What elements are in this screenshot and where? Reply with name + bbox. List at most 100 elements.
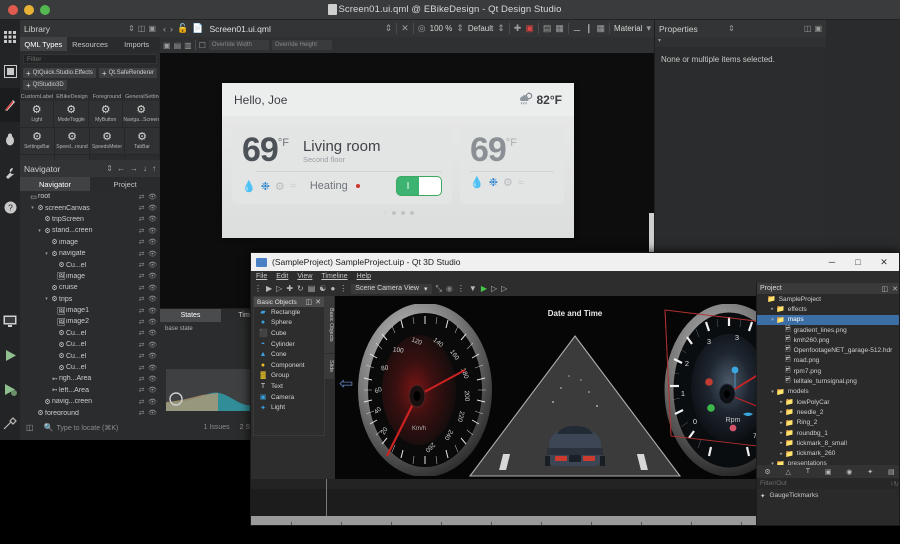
add-mesh-icon[interactable]: △ bbox=[786, 468, 791, 476]
twisty-icon[interactable]: ▾ bbox=[769, 317, 776, 323]
run-icon[interactable] bbox=[0, 338, 20, 372]
lock-icon[interactable]: 🔓 bbox=[177, 23, 188, 34]
basic-object-component[interactable]: ●Component bbox=[254, 360, 324, 371]
export-alias-icon[interactable]: ⇄ bbox=[136, 318, 147, 326]
export-alias-icon[interactable]: ⇄ bbox=[136, 227, 147, 235]
project-filter-field[interactable]: Filter/Out ↕ ↻ bbox=[757, 478, 900, 489]
export-alias-icon[interactable]: ⇄ bbox=[136, 193, 147, 201]
welcome-mode-icon[interactable] bbox=[0, 20, 20, 54]
dot[interactable] bbox=[383, 211, 387, 215]
fit-selected-icon[interactable]: ⤡ bbox=[436, 284, 442, 294]
project-tree-row[interactable]: 🖻telltale_turnsignal.png bbox=[757, 376, 900, 386]
visibility-eye-icon[interactable]: 👁 bbox=[147, 227, 158, 235]
navigator-row[interactable]: ▾⚙screenCanvas⇄👁 bbox=[20, 202, 160, 213]
chevron-down-icon[interactable]: ▾ bbox=[646, 23, 651, 34]
export-alias-icon[interactable]: ⇄ bbox=[136, 250, 147, 258]
add-image-icon[interactable]: ▣ bbox=[825, 468, 832, 476]
goto-end-icon[interactable]: ▷ bbox=[501, 284, 507, 293]
navigator-row[interactable]: ⚙Cu...el⇄👁 bbox=[20, 328, 160, 339]
navigator-row[interactable]: ▭root⇄👁 bbox=[20, 191, 160, 202]
design-mode-icon[interactable] bbox=[0, 88, 20, 122]
updown-chevron-icon[interactable]: ⇕ bbox=[728, 24, 735, 33]
export-alias-icon[interactable]: ⇄ bbox=[136, 364, 147, 372]
edit-camera-icon[interactable]: ● bbox=[330, 284, 335, 293]
visibility-eye-icon[interactable]: 👁 bbox=[147, 204, 158, 212]
visibility-eye-icon[interactable]: 👁 bbox=[147, 352, 158, 360]
export-alias-icon[interactable]: ⇄ bbox=[136, 215, 147, 223]
maximize-button[interactable]: □ bbox=[845, 253, 871, 271]
room-card-next[interactable]: 69 °F 💧 ❉ ⚙ ≈ bbox=[460, 126, 564, 204]
back-icon[interactable]: ‹ bbox=[163, 24, 166, 34]
library-item[interactable]: ⚙Light bbox=[20, 101, 54, 128]
basic-object-light[interactable]: ✦Light bbox=[254, 402, 324, 413]
tab-navigator[interactable]: Navigator bbox=[20, 177, 90, 191]
project-tree-row[interactable]: ▾📁models bbox=[757, 387, 900, 397]
basic-object-cone[interactable]: ▲Cone bbox=[254, 349, 324, 360]
visibility-eye-icon[interactable]: 👁 bbox=[147, 341, 158, 349]
export-alias-icon[interactable]: ⇄ bbox=[136, 272, 147, 280]
record-icon[interactable]: ▣ bbox=[525, 23, 534, 34]
move-right-icon[interactable]: → bbox=[130, 164, 138, 173]
export-alias-icon[interactable]: ⇄ bbox=[136, 386, 147, 394]
visibility-eye-icon[interactable]: 👁 bbox=[147, 261, 158, 269]
room-card-living-room[interactable]: 69 °F Living room Second floor 💧 bbox=[232, 126, 452, 204]
column-layout-icon[interactable]: ❙ bbox=[585, 23, 593, 34]
navigator-row[interactable]: ⚙Cu...el⇄👁 bbox=[20, 259, 160, 270]
override-height-input[interactable]: Override Height bbox=[272, 40, 332, 50]
visibility-eye-icon[interactable]: 👁 bbox=[147, 329, 158, 337]
project-tree-row[interactable]: ▸📁Ring_2 bbox=[757, 418, 900, 428]
tab-project[interactable]: Project bbox=[90, 177, 160, 191]
twisty-icon[interactable]: ▸ bbox=[769, 306, 776, 312]
dot[interactable] bbox=[392, 211, 396, 215]
navigator-row[interactable]: ⚙Cu...el⇄👁 bbox=[20, 339, 160, 350]
library-item[interactable]: ⚙Speed...round bbox=[55, 128, 90, 155]
navigator-row[interactable]: ▾⚙navigate⇄👁 bbox=[20, 248, 160, 259]
rotate-tool-icon[interactable]: ↻ bbox=[297, 284, 304, 293]
close-dot[interactable] bbox=[8, 5, 18, 15]
material-selector[interactable]: Material bbox=[614, 24, 642, 33]
export-alias-icon[interactable]: ⇄ bbox=[136, 352, 147, 360]
split-panel-icon[interactable]: ◫ bbox=[138, 24, 146, 33]
close-icon[interactable]: ✕ bbox=[315, 298, 321, 306]
close-button[interactable]: ✕ bbox=[871, 253, 897, 271]
menu-view[interactable]: View bbox=[297, 273, 312, 280]
export-alias-icon[interactable]: ⇄ bbox=[136, 295, 147, 303]
edit-mode-icon[interactable] bbox=[0, 54, 20, 88]
project-tree-row[interactable]: ▸📁tickmark_260 bbox=[757, 448, 900, 458]
local-global-icon[interactable]: ☯ bbox=[319, 284, 326, 293]
navigator-row[interactable]: ⚙cruise⇄👁 bbox=[20, 282, 160, 293]
twisty-icon[interactable]: ▾ bbox=[769, 389, 776, 395]
project-selected-item-row[interactable]: ✦ GaugeTickmarks bbox=[757, 489, 900, 503]
basic-object-group[interactable]: ▓Group bbox=[254, 371, 324, 382]
move-up-icon[interactable]: ↑ bbox=[152, 164, 156, 173]
humidity-icon[interactable]: 💧 bbox=[470, 176, 484, 189]
anchor-left-icon[interactable]: ▤ bbox=[174, 41, 182, 50]
navigator-row[interactable]: 🖼image1⇄👁 bbox=[20, 305, 160, 316]
add-effect-icon[interactable]: ✦ bbox=[867, 468, 873, 476]
debug-mode-icon[interactable] bbox=[0, 122, 20, 156]
basic-object-cylinder[interactable]: ◓Cylinder bbox=[254, 339, 324, 350]
move-tool-icon[interactable]: ✚ bbox=[286, 284, 293, 293]
tab-imports[interactable]: Imports bbox=[113, 37, 160, 51]
align-icon[interactable]: ✚ bbox=[514, 23, 522, 34]
project-tree-row[interactable]: 🖻rpm7.png bbox=[757, 366, 900, 376]
tab-resources[interactable]: Resources bbox=[67, 37, 114, 51]
project-tree-row[interactable]: ▸📁effects bbox=[757, 304, 900, 314]
move-down-icon[interactable]: ↓ bbox=[143, 164, 147, 173]
navigator-row[interactable]: 🖼image⇄👁 bbox=[20, 271, 160, 282]
fan-icon[interactable]: ❉ bbox=[489, 176, 498, 189]
scale-tool-icon[interactable]: ▤ bbox=[308, 284, 316, 293]
chip-qtstudio3d[interactable]: +QtStudio3D bbox=[23, 80, 67, 90]
tab-qml-types[interactable]: QML Types bbox=[20, 37, 67, 51]
menu-help[interactable]: Help bbox=[357, 273, 371, 280]
heating-waves-icon[interactable]: ≈ bbox=[518, 177, 524, 189]
projects-mode-icon[interactable] bbox=[0, 156, 20, 190]
navigator-row[interactable]: ➳left...Area⇄👁 bbox=[20, 385, 160, 396]
mac-window-controls[interactable] bbox=[8, 5, 50, 15]
twisty-icon[interactable]: ▸ bbox=[778, 451, 785, 457]
updown-chevron-icon[interactable]: ⇕ bbox=[128, 24, 135, 33]
maximize-panel-icon[interactable]: ▣ bbox=[814, 24, 822, 33]
zoom-level-value[interactable]: 100 % bbox=[430, 24, 453, 33]
updown-chevron-icon[interactable]: ⇕ bbox=[106, 164, 113, 173]
fan-icon[interactable]: ❉ bbox=[261, 180, 270, 193]
